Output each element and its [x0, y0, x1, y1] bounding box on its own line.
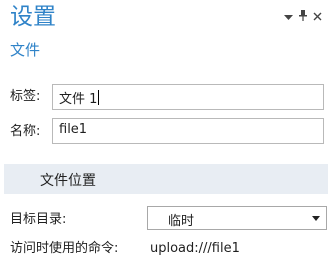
name-field-label: 名称:	[10, 124, 41, 139]
panel-controls	[284, 10, 322, 24]
chevron-down-icon[interactable]	[284, 11, 293, 24]
text-caret	[98, 90, 100, 105]
target-dir-value: 临时	[168, 214, 195, 229]
label-field[interactable]: 文件 1	[52, 84, 324, 110]
access-cmd-label: 访问时使用的命令:	[10, 241, 119, 256]
panel-title: 设置	[10, 4, 56, 30]
panel-subtitle: 文件	[10, 41, 41, 59]
target-dir-select[interactable]: 临时	[147, 206, 327, 230]
access-cmd-value: upload:///file1	[150, 241, 240, 256]
close-icon[interactable]	[313, 11, 322, 24]
section-header-file-location[interactable]: 文件位置	[4, 164, 328, 194]
label-field-label: 标签:	[10, 89, 41, 104]
label-field-value: 文件 1	[59, 92, 98, 107]
pin-icon[interactable]	[299, 10, 307, 24]
target-dir-label: 目标目录:	[10, 212, 67, 227]
name-field-value: file1	[59, 122, 88, 137]
chevron-down-icon	[312, 216, 320, 221]
section-title: 文件位置	[40, 173, 96, 189]
name-field[interactable]: file1	[52, 118, 324, 144]
